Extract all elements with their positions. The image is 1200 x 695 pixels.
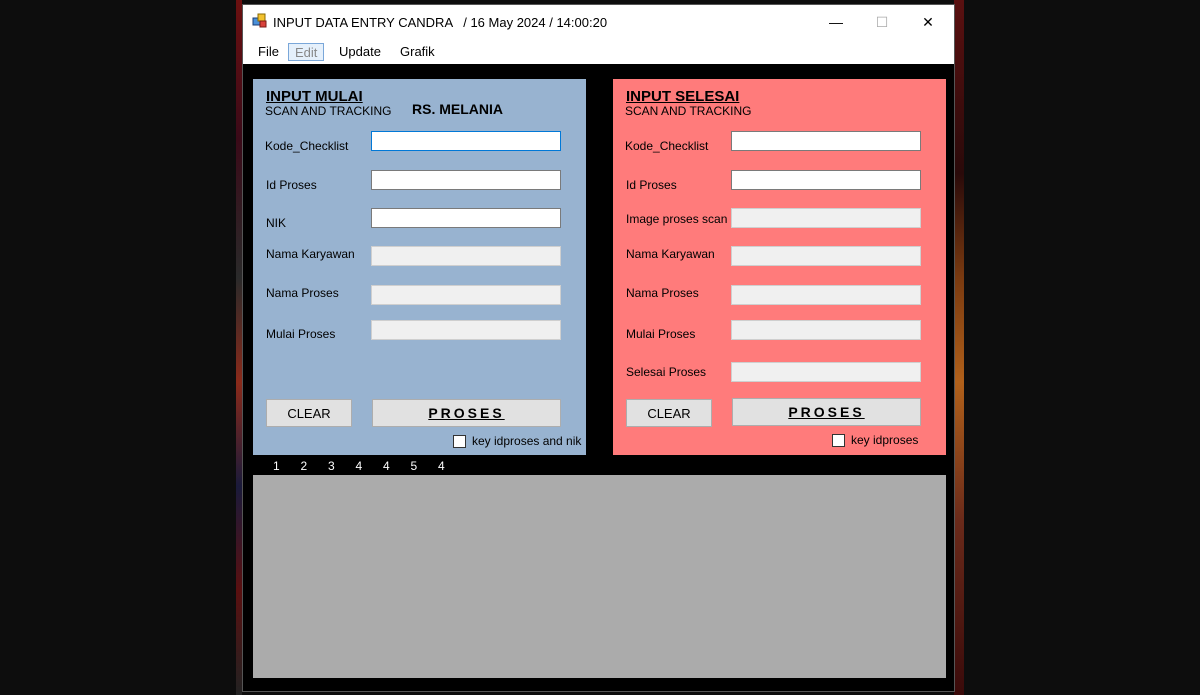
- counter-value: 3: [328, 459, 335, 473]
- app-icon: [252, 13, 267, 28]
- nama-proses-input: [731, 285, 921, 305]
- counter-row: 1 2 3 4 4 5 4: [273, 459, 466, 473]
- panel-title: INPUT MULAI: [266, 88, 363, 105]
- counter-value: 4: [383, 459, 390, 473]
- menu-file[interactable]: File: [252, 43, 285, 61]
- window-title: INPUT DATA ENTRY CANDRA / 16 May 2024 / …: [273, 15, 608, 30]
- kode-checklist-input[interactable]: [371, 131, 561, 151]
- input-mulai-panel: INPUT MULAI SCAN AND TRACKING RS. MELANI…: [253, 79, 586, 455]
- data-grid[interactable]: [253, 475, 946, 678]
- menu-grafik[interactable]: Grafik: [394, 43, 441, 61]
- kode-checklist-input[interactable]: [731, 131, 921, 151]
- field-label-nama-proses: Nama Proses: [626, 286, 699, 300]
- counter-value: 5: [410, 459, 418, 473]
- counter-value: 1: [273, 459, 280, 473]
- input-selesai-panel: INPUT SELESAI SCAN AND TRACKING Kode_Che…: [613, 79, 946, 455]
- field-label-id-proses: Id Proses: [266, 178, 317, 192]
- nama-karyawan-input: [731, 246, 921, 266]
- image-proses-scan-input: [731, 208, 921, 228]
- minimize-button[interactable]: —: [813, 5, 859, 39]
- desktop-background-right: [954, 0, 964, 695]
- field-label-nama-proses: Nama Proses: [266, 286, 339, 300]
- close-button[interactable]: ✕: [905, 5, 951, 39]
- clear-button[interactable]: CLEAR: [266, 399, 352, 427]
- checkbox-box[interactable]: [453, 434, 466, 448]
- maximize-button[interactable]: ☐: [859, 5, 905, 39]
- field-label-selesai-proses: Selesai Proses: [626, 365, 707, 379]
- mulai-proses-input: [371, 320, 561, 340]
- mulai-proses-input: [731, 320, 921, 340]
- title-bar[interactable]: INPUT DATA ENTRY CANDRA / 16 May 2024 / …: [243, 5, 954, 39]
- field-label-nama-karyawan: Nama Karyawan: [266, 247, 355, 261]
- field-label-id-proses: Id Proses: [626, 178, 677, 192]
- key-idproses-nik-checkbox[interactable]: key idproses and nik: [453, 434, 581, 448]
- app-window: INPUT DATA ENTRY CANDRA / 16 May 2024 / …: [242, 4, 955, 692]
- panel-subtitle: SCAN AND TRACKING: [625, 104, 752, 118]
- checkbox-label: key idproses and nik: [472, 434, 582, 448]
- counter-value: 2: [300, 459, 308, 473]
- field-label-nik: NIK: [266, 216, 287, 230]
- field-label-kode-checklist: Kode_Checklist: [625, 139, 709, 153]
- nama-karyawan-input: [371, 246, 561, 266]
- proses-button[interactable]: PROSES: [372, 399, 561, 427]
- menu-update[interactable]: Update: [333, 43, 387, 61]
- panel-title: INPUT SELESAI: [626, 88, 740, 105]
- id-proses-input[interactable]: [371, 170, 561, 190]
- nama-proses-input: [371, 285, 561, 305]
- panel-subtitle: SCAN AND TRACKING: [265, 104, 392, 118]
- counter-value: 4: [355, 459, 363, 473]
- checkbox-label: key idproses: [851, 433, 919, 447]
- field-label-nama-karyawan: Nama Karyawan: [626, 247, 715, 261]
- id-proses-input[interactable]: [731, 170, 921, 190]
- proses-button[interactable]: PROSES: [732, 398, 921, 426]
- clear-button[interactable]: CLEAR: [626, 399, 712, 427]
- field-label-mulai-proses: Mulai Proses: [626, 327, 696, 341]
- nik-input[interactable]: [371, 208, 561, 228]
- selesai-proses-input: [731, 362, 921, 382]
- checkbox-box[interactable]: [832, 433, 845, 447]
- field-label-kode-checklist: Kode_Checklist: [265, 139, 349, 153]
- field-label-mulai-proses: Mulai Proses: [266, 327, 336, 341]
- menu-edit[interactable]: Edit: [288, 43, 325, 61]
- key-idproses-checkbox[interactable]: key idproses: [832, 433, 918, 447]
- menu-bar: File Edit Update Grafik: [243, 39, 954, 64]
- counter-value: 4: [438, 459, 445, 473]
- field-label-image-proses-scan: Image proses scan: [626, 212, 728, 226]
- hospital-name: RS. MELANIA: [412, 101, 503, 117]
